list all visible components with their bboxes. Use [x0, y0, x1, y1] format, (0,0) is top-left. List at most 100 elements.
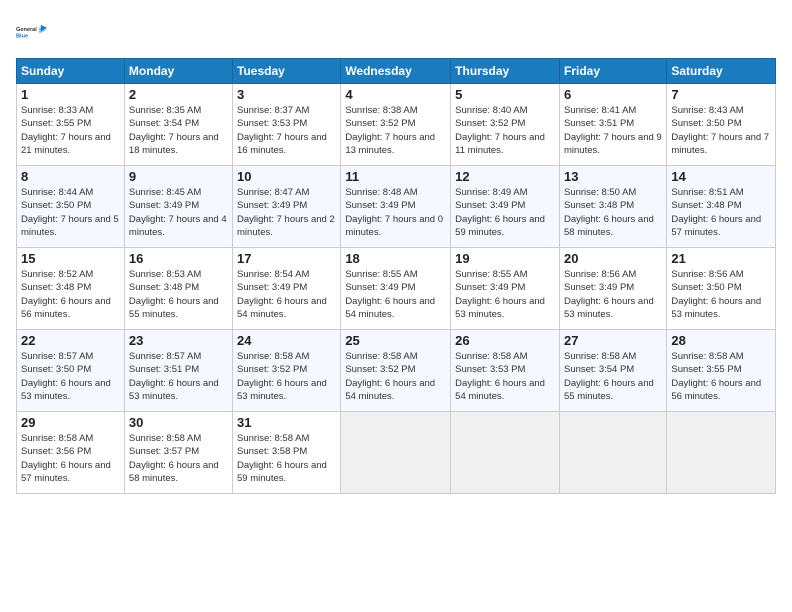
svg-text:Blue: Blue [16, 34, 28, 40]
day-detail: Sunrise: 8:45 AMSunset: 3:49 PMDaylight:… [129, 186, 228, 239]
column-header-tuesday: Tuesday [233, 59, 341, 84]
column-header-friday: Friday [559, 59, 666, 84]
calendar-cell: 20 Sunrise: 8:56 AMSunset: 3:49 PMDayligh… [559, 248, 666, 330]
day-detail: Sunrise: 8:37 AMSunset: 3:53 PMDaylight:… [237, 104, 336, 157]
calendar-cell: 29 Sunrise: 8:58 AMSunset: 3:56 PMDayligh… [17, 412, 125, 494]
column-header-saturday: Saturday [667, 59, 776, 84]
day-number: 23 [129, 333, 228, 348]
day-number: 16 [129, 251, 228, 266]
calendar-cell: 3 Sunrise: 8:37 AMSunset: 3:53 PMDaylight… [233, 84, 341, 166]
week-row-1: 1Sunrise: 8:33 AMSunset: 3:55 PMDaylight… [17, 84, 776, 166]
calendar-cell: 19Sunrise: 8:55 AMSunset: 3:49 PMDayligh… [451, 248, 560, 330]
page-header: GeneralBlue [16, 16, 776, 48]
calendar-cell: 10 Sunrise: 8:47 AMSunset: 3:49 PMDayligh… [233, 166, 341, 248]
day-number: 10 [237, 169, 336, 184]
day-number: 17 [237, 251, 336, 266]
day-number: 29 [21, 415, 120, 430]
day-number: 3 [237, 87, 336, 102]
day-number: 31 [237, 415, 336, 430]
day-detail: Sunrise: 8:48 AMSunset: 3:49 PMDaylight:… [345, 186, 446, 239]
calendar-cell: 21 Sunrise: 8:56 AMSunset: 3:50 PMDayligh… [667, 248, 776, 330]
calendar-cell: 15Sunrise: 8:52 AMSunset: 3:48 PMDayligh… [17, 248, 125, 330]
day-detail: Sunrise: 8:56 AMSunset: 3:50 PMDaylight:… [671, 268, 771, 321]
calendar-cell: 28 Sunrise: 8:58 AMSunset: 3:55 PMDayligh… [667, 330, 776, 412]
day-detail: Sunrise: 8:43 AMSunset: 3:50 PMDaylight:… [671, 104, 771, 157]
day-number: 11 [345, 169, 446, 184]
day-number: 4 [345, 87, 446, 102]
calendar-cell: 30Sunrise: 8:58 AMSunset: 3:57 PMDayligh… [124, 412, 232, 494]
day-number: 28 [671, 333, 771, 348]
calendar-cell [341, 412, 451, 494]
calendar-cell: 25 Sunrise: 8:58 AMSunset: 3:52 PMDayligh… [341, 330, 451, 412]
logo-icon: GeneralBlue [16, 16, 48, 48]
calendar-cell: 22 Sunrise: 8:57 AMSunset: 3:50 PMDayligh… [17, 330, 125, 412]
logo: GeneralBlue [16, 16, 48, 48]
day-detail: Sunrise: 8:44 AMSunset: 3:50 PMDaylight:… [21, 186, 120, 239]
calendar-cell: 23 Sunrise: 8:57 AMSunset: 3:51 PMDayligh… [124, 330, 232, 412]
day-detail: Sunrise: 8:52 AMSunset: 3:48 PMDaylight:… [21, 268, 120, 321]
calendar-cell: 14 Sunrise: 8:51 AMSunset: 3:48 PMDayligh… [667, 166, 776, 248]
column-header-wednesday: Wednesday [341, 59, 451, 84]
column-header-monday: Monday [124, 59, 232, 84]
day-number: 25 [345, 333, 446, 348]
day-detail: Sunrise: 8:53 AMSunset: 3:48 PMDaylight:… [129, 268, 228, 321]
day-number: 14 [671, 169, 771, 184]
week-row-2: 8 Sunrise: 8:44 AMSunset: 3:50 PMDaylight… [17, 166, 776, 248]
column-header-sunday: Sunday [17, 59, 125, 84]
day-detail: Sunrise: 8:57 AMSunset: 3:50 PMDaylight:… [21, 350, 120, 403]
day-number: 9 [129, 169, 228, 184]
day-detail: Sunrise: 8:58 AMSunset: 3:52 PMDaylight:… [237, 350, 336, 403]
calendar-cell [451, 412, 560, 494]
day-number: 20 [564, 251, 662, 266]
calendar-cell: 9 Sunrise: 8:45 AMSunset: 3:49 PMDaylight… [124, 166, 232, 248]
day-number: 2 [129, 87, 228, 102]
day-detail: Sunrise: 8:49 AMSunset: 3:49 PMDaylight:… [455, 186, 555, 239]
day-detail: Sunrise: 8:58 AMSunset: 3:54 PMDaylight:… [564, 350, 662, 403]
day-detail: Sunrise: 8:51 AMSunset: 3:48 PMDaylight:… [671, 186, 771, 239]
day-detail: Sunrise: 8:58 AMSunset: 3:55 PMDaylight:… [671, 350, 771, 403]
day-detail: Sunrise: 8:47 AMSunset: 3:49 PMDaylight:… [237, 186, 336, 239]
day-detail: Sunrise: 8:58 AMSunset: 3:56 PMDaylight:… [21, 432, 120, 485]
calendar-cell: 1Sunrise: 8:33 AMSunset: 3:55 PMDaylight… [17, 84, 125, 166]
day-detail: Sunrise: 8:33 AMSunset: 3:55 PMDaylight:… [21, 104, 120, 157]
day-detail: Sunrise: 8:58 AMSunset: 3:52 PMDaylight:… [345, 350, 446, 403]
calendar-cell [559, 412, 666, 494]
week-row-5: 29 Sunrise: 8:58 AMSunset: 3:56 PMDayligh… [17, 412, 776, 494]
calendar-cell: 18Sunrise: 8:55 AMSunset: 3:49 PMDayligh… [341, 248, 451, 330]
calendar-cell: 5Sunrise: 8:40 AMSunset: 3:52 PMDaylight… [451, 84, 560, 166]
calendar-header-row: SundayMondayTuesdayWednesdayThursdayFrid… [17, 59, 776, 84]
day-detail: Sunrise: 8:50 AMSunset: 3:48 PMDaylight:… [564, 186, 662, 239]
calendar-cell: 12Sunrise: 8:49 AMSunset: 3:49 PMDayligh… [451, 166, 560, 248]
day-detail: Sunrise: 8:58 AMSunset: 3:53 PMDaylight:… [455, 350, 555, 403]
calendar-cell: 6Sunrise: 8:41 AMSunset: 3:51 PMDaylight… [559, 84, 666, 166]
day-number: 22 [21, 333, 120, 348]
calendar-cell: 31 Sunrise: 8:58 AMSunset: 3:58 PMDayligh… [233, 412, 341, 494]
calendar-cell [667, 412, 776, 494]
calendar-table: SundayMondayTuesdayWednesdayThursdayFrid… [16, 58, 776, 494]
week-row-3: 15Sunrise: 8:52 AMSunset: 3:48 PMDayligh… [17, 248, 776, 330]
day-detail: Sunrise: 8:41 AMSunset: 3:51 PMDaylight:… [564, 104, 662, 157]
day-detail: Sunrise: 8:35 AMSunset: 3:54 PMDaylight:… [129, 104, 228, 157]
day-number: 27 [564, 333, 662, 348]
day-detail: Sunrise: 8:56 AMSunset: 3:49 PMDaylight:… [564, 268, 662, 321]
week-row-4: 22 Sunrise: 8:57 AMSunset: 3:50 PMDayligh… [17, 330, 776, 412]
calendar-cell: 26 Sunrise: 8:58 AMSunset: 3:53 PMDayligh… [451, 330, 560, 412]
day-detail: Sunrise: 8:58 AMSunset: 3:58 PMDaylight:… [237, 432, 336, 485]
day-number: 18 [345, 251, 446, 266]
column-header-thursday: Thursday [451, 59, 560, 84]
calendar-cell: 17Sunrise: 8:54 AMSunset: 3:49 PMDayligh… [233, 248, 341, 330]
day-number: 24 [237, 333, 336, 348]
calendar-cell: 2 Sunrise: 8:35 AMSunset: 3:54 PMDaylight… [124, 84, 232, 166]
day-number: 30 [129, 415, 228, 430]
day-detail: Sunrise: 8:57 AMSunset: 3:51 PMDaylight:… [129, 350, 228, 403]
calendar-cell: 16 Sunrise: 8:53 AMSunset: 3:48 PMDayligh… [124, 248, 232, 330]
calendar-cell: 24 Sunrise: 8:58 AMSunset: 3:52 PMDayligh… [233, 330, 341, 412]
day-detail: Sunrise: 8:38 AMSunset: 3:52 PMDaylight:… [345, 104, 446, 157]
calendar-cell: 8 Sunrise: 8:44 AMSunset: 3:50 PMDaylight… [17, 166, 125, 248]
day-number: 26 [455, 333, 555, 348]
calendar-cell: 13Sunrise: 8:50 AMSunset: 3:48 PMDayligh… [559, 166, 666, 248]
day-number: 5 [455, 87, 555, 102]
day-number: 21 [671, 251, 771, 266]
day-number: 8 [21, 169, 120, 184]
day-number: 7 [671, 87, 771, 102]
